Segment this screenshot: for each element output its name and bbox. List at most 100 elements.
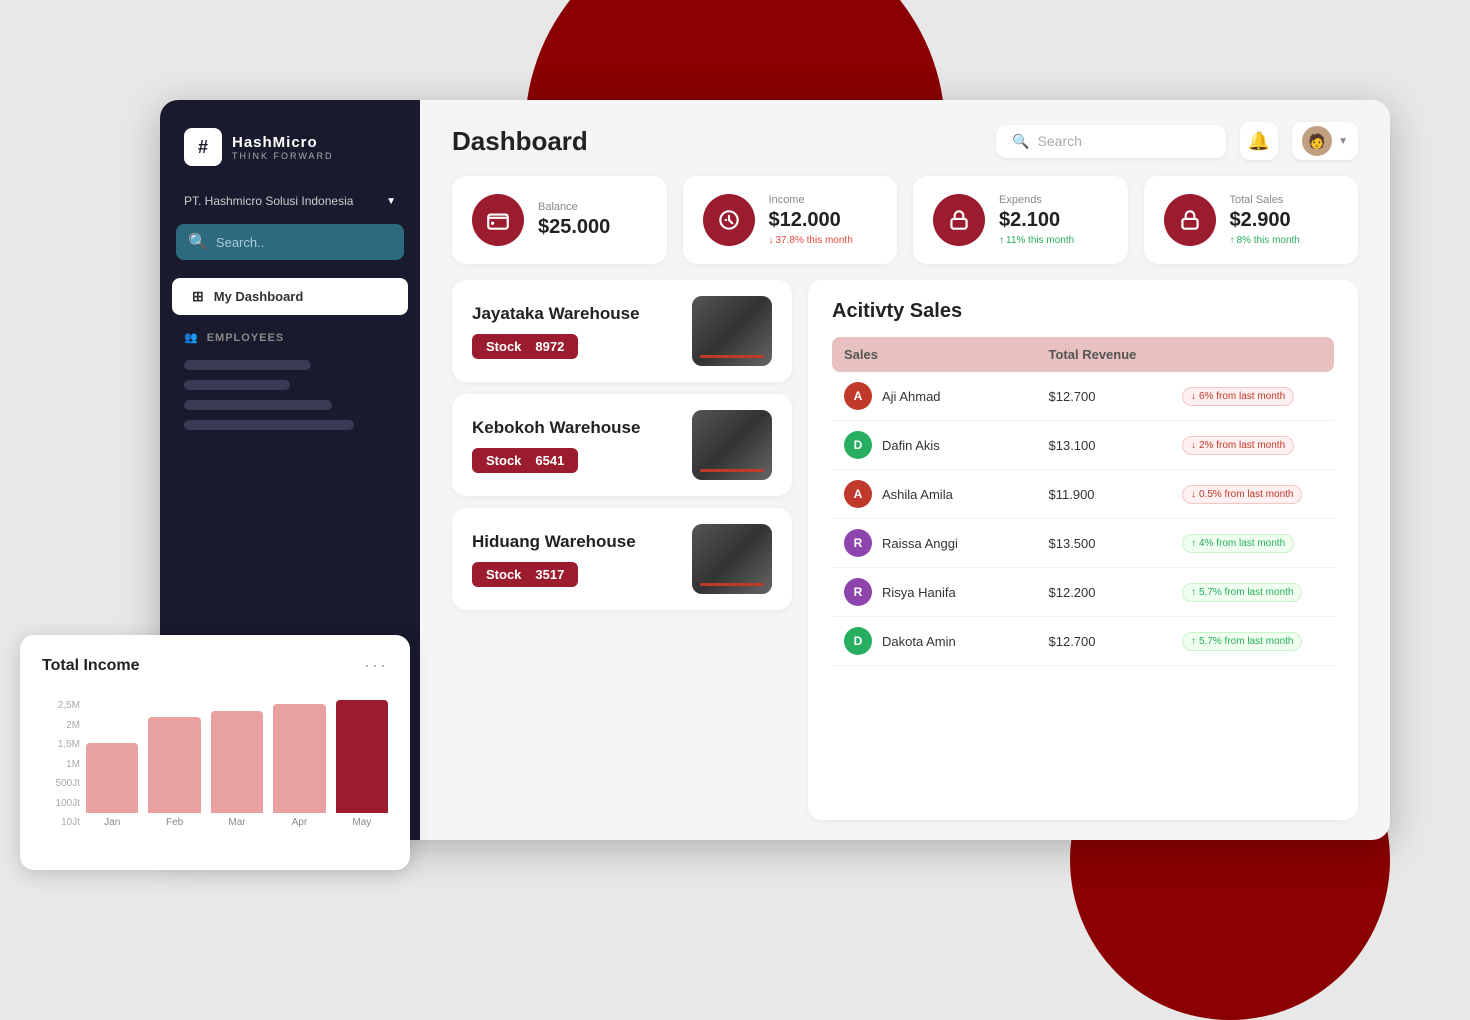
stat-value-balance: $25.000 [538, 216, 647, 239]
employees-icon: 👥 [184, 331, 199, 344]
chart-bars: JanFebMarAprMay [86, 700, 388, 850]
stat-info-income: Income $12.000 ↓ 37.8% this month [769, 194, 878, 246]
stat-value-total-sales: $2.900 [1230, 209, 1339, 232]
arrow-up-icon: ↑ [999, 235, 1004, 246]
activity-sales-panel: Acitivty Sales Sales Total Revenue A Aji… [808, 280, 1358, 820]
warehouse-card-hiduang: Hiduang Warehouse Stock 3517 [452, 508, 792, 610]
table-row: D Dakota Amin $12.700 ↑ 5.7% from last m… [832, 617, 1334, 666]
main-search-input[interactable] [1038, 133, 1219, 149]
stock-label-hiduang: Stock [486, 567, 521, 582]
person-cell: D Dakota Amin [832, 617, 989, 666]
brand-name: HashMicro [232, 134, 334, 151]
stat-card-balance: Balance $25.000 [452, 176, 667, 264]
notifications-button[interactable]: 🔔 [1240, 122, 1278, 160]
table-row: D Dafin Akis $13.100 ↓ 2% from last mont… [832, 421, 1334, 470]
expends-icon [933, 194, 985, 246]
logo-text: HashMicro THINK FORWARD [232, 134, 334, 161]
col-change [1170, 337, 1334, 372]
sidebar-logo: # HashMicro THINK FORWARD [160, 100, 420, 186]
page-title: Dashboard [452, 126, 588, 157]
stat-change-expends: ↑ 11% this month [999, 235, 1108, 246]
warehouse-name-kebokoh: Kebokoh Warehouse [472, 418, 680, 438]
person-name: Raissa Anggi [882, 536, 958, 551]
sidebar-nav-items [160, 352, 420, 438]
chart-more-button[interactable]: ··· [364, 655, 388, 676]
company-name: PT. Hashmicro Solusi Indonesia [184, 194, 353, 208]
chart-bar [211, 711, 263, 813]
person-name: Dafin Akis [882, 438, 940, 453]
person-avatar: D [844, 431, 872, 459]
stock-badge-hiduang: Stock 3517 [472, 562, 578, 587]
stock-value-kebokoh: 6541 [535, 453, 564, 468]
main-search-box[interactable]: 🔍 [996, 125, 1226, 158]
warehouse-name-hiduang: Hiduang Warehouse [472, 532, 680, 552]
person-avatar: D [844, 627, 872, 655]
stat-info-total-sales: Total Sales $2.900 ↑ 8% this month [1230, 194, 1339, 246]
sidebar-search-box[interactable]: 🔍 [176, 224, 404, 260]
warehouse-image-jayataka [692, 296, 772, 366]
stat-card-expends: Expends $2.100 ↑ 11% this month [913, 176, 1128, 264]
revenue-cell: $13.500 [989, 519, 1170, 568]
stat-label-balance: Balance [538, 201, 647, 213]
y-axis-label: 100Jt [42, 798, 80, 809]
revenue-cell: $11.900 [989, 470, 1170, 519]
arrow-up-icon: ↑ [1191, 636, 1196, 647]
chart-bar-group: May [336, 700, 388, 828]
change-cell: ↑ 4% from last month [1170, 519, 1334, 568]
revenue-cell: $12.700 [989, 617, 1170, 666]
table-row: R Risya Hanifa $12.200 ↑ 5.7% from last … [832, 568, 1334, 617]
stat-change-total-sales: ↑ 8% this month [1230, 235, 1339, 246]
stat-info-expends: Expends $2.100 ↑ 11% this month [999, 194, 1108, 246]
chart-bar-label: Jan [104, 817, 120, 828]
y-axis-label: 10Jt [42, 817, 80, 828]
y-axis-label: 2,5M [42, 700, 80, 711]
person-cell: A Ashila Amila [832, 470, 989, 519]
chart-title: Total Income [42, 657, 140, 675]
y-axis-label: 500Jt [42, 778, 80, 789]
arrow-down-icon: ↓ [1191, 440, 1196, 451]
avatar-image: 🧑 [1308, 133, 1325, 150]
stat-card-income: Income $12.000 ↓ 37.8% this month [683, 176, 898, 264]
arrow-up-icon: ↑ [1191, 587, 1196, 598]
chart-bar-label: May [352, 817, 371, 828]
avatar: 🧑 [1302, 126, 1332, 156]
stat-info-balance: Balance $25.000 [538, 201, 647, 239]
arrow-up-icon: ↑ [1230, 235, 1235, 246]
dashboard-icon: ⊞ [192, 288, 204, 305]
stock-value-hiduang: 3517 [535, 567, 564, 582]
income-icon [703, 194, 755, 246]
logo-icon: # [184, 128, 222, 166]
stat-label-income: Income [769, 194, 878, 206]
table-row: R Raissa Anggi $13.500 ↑ 4% from last mo… [832, 519, 1334, 568]
person-cell: A Aji Ahmad [832, 372, 989, 421]
revenue-cell: $12.700 [989, 372, 1170, 421]
arrow-down-icon: ↓ [769, 235, 774, 246]
stat-value-expends: $2.100 [999, 209, 1108, 232]
warehouse-image-kebokoh [692, 410, 772, 480]
sidebar-item-dashboard[interactable]: ⊞ My Dashboard [172, 278, 408, 315]
arrow-down-icon: ↓ [1191, 391, 1196, 402]
person-avatar: A [844, 480, 872, 508]
person-name: Aji Ahmad [882, 389, 941, 404]
header: Dashboard 🔍 🔔 🧑 ▼ [420, 100, 1390, 176]
change-cell: ↑ 5.7% from last month [1170, 617, 1334, 666]
chart-bar-label: Feb [166, 817, 183, 828]
y-axis-label: 1M [42, 759, 80, 770]
total-sales-icon [1164, 194, 1216, 246]
person-cell: R Raissa Anggi [832, 519, 989, 568]
company-selector[interactable]: PT. Hashmicro Solusi Indonesia ▼ [160, 186, 420, 224]
user-menu-button[interactable]: 🧑 ▼ [1292, 122, 1358, 160]
chart-bar [273, 704, 325, 813]
sidebar-search-input[interactable] [216, 235, 392, 250]
change-cell: ↓ 0.5% from last month [1170, 470, 1334, 519]
change-badge: ↑ 5.7% from last month [1182, 632, 1302, 651]
warehouse-info-kebokoh: Kebokoh Warehouse Stock 6541 [472, 418, 680, 473]
person-name: Dakota Amin [882, 634, 956, 649]
change-badge: ↓ 0.5% from last month [1182, 485, 1302, 504]
chevron-down-icon: ▼ [386, 196, 396, 207]
change-cell: ↓ 6% from last month [1170, 372, 1334, 421]
nav-placeholder-1 [184, 360, 311, 370]
chart-header: Total Income ··· [42, 655, 388, 676]
change-cell: ↓ 2% from last month [1170, 421, 1334, 470]
stock-badge-jayataka: Stock 8972 [472, 334, 578, 359]
